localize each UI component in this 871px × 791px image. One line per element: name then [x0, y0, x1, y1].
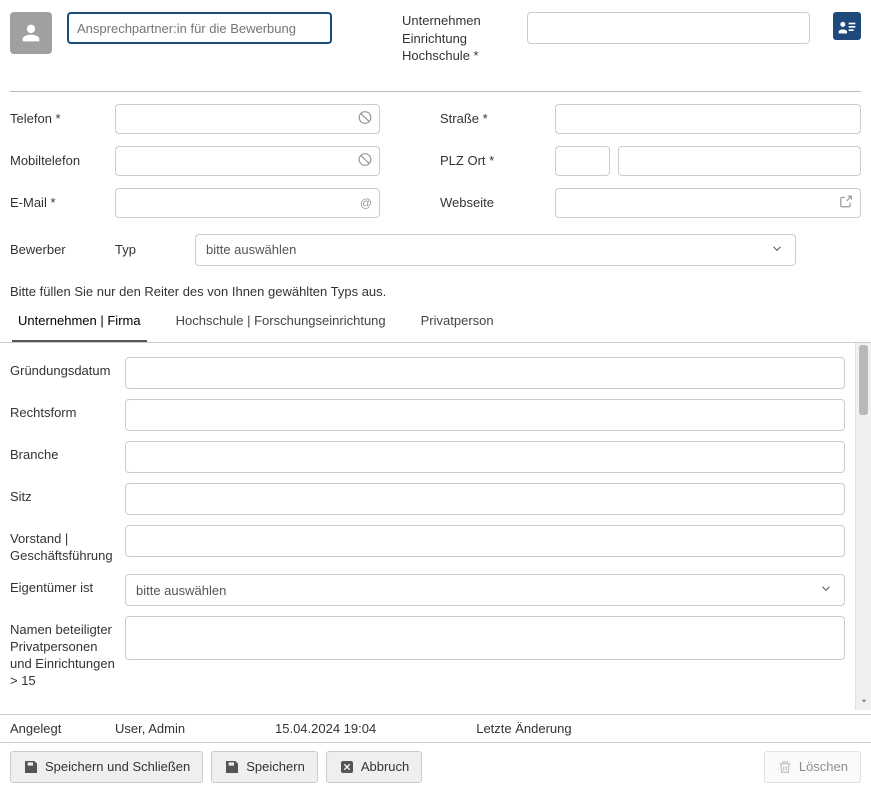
gruendung-input[interactable]	[125, 357, 845, 389]
avatar-placeholder	[10, 12, 52, 54]
eigentuemer-select[interactable]: bitte auswählen	[125, 574, 845, 606]
branche-label: Branche	[10, 441, 125, 464]
tab-privatperson[interactable]: Privatperson	[421, 313, 494, 334]
bewerber-label: Bewerber	[10, 242, 115, 257]
typ-select[interactable]: bitte auswählen	[195, 234, 796, 266]
namen-label: Namen beteiligter Privatpersonen und Ein…	[10, 616, 125, 690]
webseite-input[interactable]	[555, 188, 861, 218]
telefon-input[interactable]	[115, 104, 380, 134]
plz-input[interactable]	[555, 146, 610, 176]
angelegt-date: 15.04.2024 19:04	[275, 721, 376, 736]
phone-block-icon-2	[358, 152, 372, 169]
save-close-button[interactable]: Speichern und Schließen	[10, 751, 203, 783]
tab-hochschule[interactable]: Hochschule | Forschungseinrichtung	[176, 313, 386, 334]
rechtsform-input[interactable]	[125, 399, 845, 431]
save-button[interactable]: Speichern	[211, 751, 318, 783]
vcard-button[interactable]	[833, 12, 861, 40]
scrollbar-thumb[interactable]	[859, 345, 868, 415]
angelegt-user: User, Admin	[115, 721, 275, 736]
scrollbar-down-arrow[interactable]	[856, 694, 871, 708]
strasse-input[interactable]	[555, 104, 861, 134]
ort-input[interactable]	[618, 146, 861, 176]
email-label: E-Mail *	[10, 195, 115, 210]
strasse-label: Straße *	[440, 111, 555, 126]
change-label: Letzte Änderung	[476, 721, 571, 736]
tabs: Unternehmen | Firma Hochschule | Forschu…	[0, 313, 871, 343]
mobil-input[interactable]	[115, 146, 380, 176]
delete-button: Löschen	[764, 751, 861, 783]
contact-person-input[interactable]	[67, 12, 332, 44]
company-label: Unternehmen Einrichtung Hochschule *	[402, 12, 512, 65]
telefon-label: Telefon *	[10, 111, 115, 126]
sitz-input[interactable]	[125, 483, 845, 515]
eigentuemer-label: Eigentümer ist	[10, 574, 125, 597]
mobil-label: Mobiltelefon	[10, 153, 115, 168]
hint-text: Bitte füllen Sie nur den Reiter des von …	[0, 266, 871, 313]
save-close-icon	[23, 759, 39, 775]
branche-input[interactable]	[125, 441, 845, 473]
rechtsform-label: Rechtsform	[10, 399, 125, 422]
trash-icon	[777, 759, 793, 775]
save-icon	[224, 759, 240, 775]
cancel-button[interactable]: Abbruch	[326, 751, 422, 783]
tab-unternehmen[interactable]: Unternehmen | Firma	[18, 313, 141, 334]
angelegt-label: Angelegt	[10, 721, 115, 736]
webseite-label: Webseite	[440, 195, 555, 210]
company-input[interactable]	[527, 12, 810, 44]
vcard-icon	[837, 18, 857, 34]
email-input[interactable]	[115, 188, 380, 218]
phone-block-icon	[358, 110, 372, 127]
sitz-label: Sitz	[10, 483, 125, 506]
scrollbar[interactable]	[855, 343, 871, 710]
vorstand-label: Vorstand | Geschäftsführung	[10, 525, 125, 565]
gruendung-label: Gründungsdatum	[10, 357, 125, 380]
plzort-label: PLZ Ort *	[440, 153, 555, 168]
typ-label: Typ	[115, 242, 195, 257]
vorstand-input[interactable]	[125, 525, 845, 557]
divider	[10, 91, 861, 92]
namen-textarea[interactable]	[125, 616, 845, 660]
close-icon	[339, 759, 355, 775]
link-icon	[839, 194, 853, 211]
at-icon: @	[360, 196, 372, 210]
person-icon	[21, 23, 41, 43]
